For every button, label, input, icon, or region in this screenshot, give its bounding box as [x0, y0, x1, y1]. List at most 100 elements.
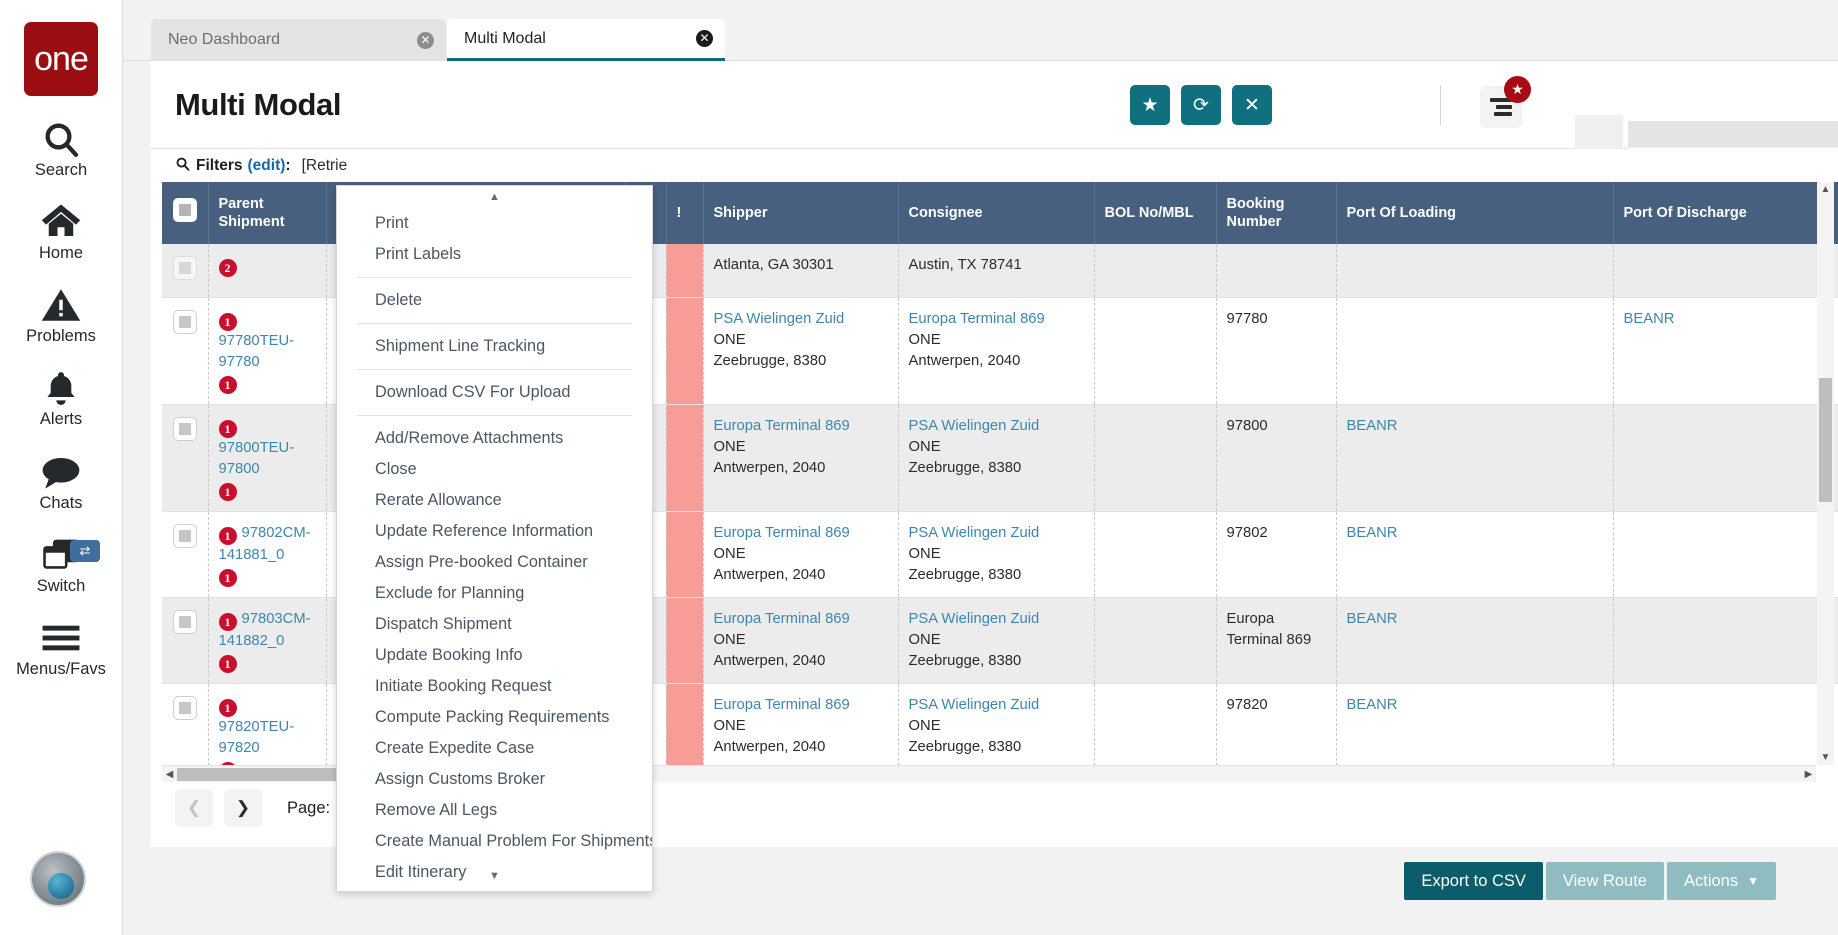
avatar[interactable]: [30, 851, 86, 907]
menu-item-assign-pre-booked-container[interactable]: Assign Pre-booked Container: [337, 547, 652, 578]
cell-parent-shipment[interactable]: 2: [208, 244, 326, 298]
port-of-loading-link[interactable]: BEANR: [1347, 697, 1398, 713]
parent-shipment-link[interactable]: 97820TEU-97820: [219, 719, 295, 756]
sub-problem-count-badge[interactable]: 1: [219, 483, 237, 501]
column-booking-number[interactable]: Booking Number: [1216, 182, 1336, 244]
scroll-down-icon[interactable]: ▼: [1817, 750, 1834, 765]
sub-problem-count-badge[interactable]: 1: [219, 655, 237, 673]
menu-item-shipment-line-tracking[interactable]: Shipment Line Tracking: [337, 331, 652, 362]
menu-item-update-booking-info[interactable]: Update Booking Info: [337, 640, 652, 671]
scroll-right-icon[interactable]: ▶: [1801, 766, 1816, 783]
view-route-button[interactable]: View Route: [1546, 862, 1664, 900]
menu-item-remove-all-legs[interactable]: Remove All Legs: [337, 795, 652, 826]
column-parent-shipment[interactable]: Parent Shipment: [208, 182, 326, 244]
problem-count-badge[interactable]: 1: [219, 420, 237, 438]
sidebar-item-search[interactable]: Search: [0, 118, 122, 179]
menu-scroll-up-icon[interactable]: ▲: [337, 186, 652, 208]
scroll-up-icon[interactable]: ▲: [1817, 182, 1834, 197]
row-select-cell[interactable]: [162, 244, 208, 298]
menu-item-print[interactable]: Print: [337, 208, 652, 239]
scroll-left-icon[interactable]: ◀: [162, 766, 177, 783]
favorite-button[interactable]: ★: [1130, 85, 1170, 125]
menu-item-compute-packing-requirements[interactable]: Compute Packing Requirements: [337, 702, 652, 733]
port-of-discharge-link[interactable]: BEANR: [1624, 311, 1675, 327]
menu-scroll-down-icon[interactable]: ▼: [337, 867, 652, 885]
port-of-loading-link[interactable]: BEANR: [1347, 418, 1398, 434]
row-checkbox[interactable]: [173, 610, 197, 634]
cell-parent-shipment[interactable]: 1 97800TEU-97800 1: [208, 405, 326, 512]
parent-shipment-link[interactable]: 97780TEU-97780: [219, 333, 295, 370]
table-vertical-scrollbar[interactable]: ▲ ▼: [1817, 182, 1834, 765]
menu-item-print-labels[interactable]: Print Labels: [337, 239, 652, 270]
column-bol-no-mbl[interactable]: BOL No/MBL: [1094, 182, 1216, 244]
swap-arrows-icon[interactable]: ⇄: [70, 540, 100, 562]
sidebar-item-problems[interactable]: Problems: [0, 284, 122, 345]
menu-item-create-expedite-case[interactable]: Create Expedite Case: [337, 733, 652, 764]
cell-parent-shipment[interactable]: 197820TEU-978201: [208, 684, 326, 766]
sidebar-item-alerts[interactable]: Alerts: [0, 367, 122, 428]
sidebar-item-chats[interactable]: Chats: [0, 451, 122, 512]
vertical-scroll-thumb[interactable]: [1819, 378, 1832, 502]
port-of-loading-link[interactable]: BEANR: [1347, 611, 1398, 627]
row-checkbox[interactable]: [173, 696, 197, 720]
filters-edit-link[interactable]: (edit): [248, 157, 286, 175]
problem-count-badge[interactable]: 1: [219, 613, 237, 631]
next-page-button[interactable]: ❯: [224, 789, 262, 827]
menu-item-update-reference-information[interactable]: Update Reference Information: [337, 516, 652, 547]
sidebar-item-home[interactable]: Home: [0, 201, 122, 262]
row-select-cell[interactable]: [162, 512, 208, 598]
parent-shipment-link[interactable]: 97800TEU-97800: [219, 440, 295, 477]
sidebar-item-switch[interactable]: ⇄ Switch: [0, 534, 122, 595]
row-select-cell[interactable]: [162, 684, 208, 766]
shipper-link[interactable]: Europa Terminal 869: [714, 523, 888, 544]
problem-count-badge[interactable]: 1: [219, 527, 237, 545]
menu-item-add-remove-attachments[interactable]: Add/Remove Attachments: [337, 423, 652, 454]
one-logo[interactable]: one: [24, 22, 98, 96]
row-select-cell[interactable]: [162, 598, 208, 684]
menu-item-dispatch-shipment[interactable]: Dispatch Shipment: [337, 609, 652, 640]
close-button[interactable]: ✕: [1232, 85, 1272, 125]
actions-context-menu[interactable]: ▲ PrintPrint Labels Delete Shipment Line T…: [336, 185, 653, 892]
consignee-link[interactable]: PSA Wielingen Zuid: [909, 695, 1084, 716]
shipper-link[interactable]: Europa Terminal 869: [714, 695, 888, 716]
select-all-checkbox[interactable]: [173, 198, 197, 222]
consignee-link[interactable]: PSA Wielingen Zuid: [909, 523, 1084, 544]
tab-multi-modal[interactable]: Multi Modal ✕: [447, 19, 725, 61]
consignee-link[interactable]: PSA Wielingen Zuid: [909, 416, 1084, 437]
close-icon[interactable]: ✕: [696, 30, 713, 47]
menu-item-initiate-booking-request[interactable]: Initiate Booking Request: [337, 671, 652, 702]
row-select-cell[interactable]: [162, 298, 208, 405]
tab-neo-dashboard[interactable]: Neo Dashboard ✕: [151, 19, 446, 61]
page-menu-button[interactable]: ★: [1480, 86, 1522, 128]
close-icon[interactable]: ✕: [417, 32, 434, 49]
shipper-link[interactable]: Europa Terminal 869: [714, 609, 888, 630]
cell-parent-shipment[interactable]: 197802CM-141881_01: [208, 512, 326, 598]
menu-item-exclude-for-planning[interactable]: Exclude for Planning: [337, 578, 652, 609]
previous-page-button[interactable]: ❮: [175, 789, 213, 827]
menu-item-create-manual-problem-for-shipments[interactable]: Create Manual Problem For Shipments: [337, 826, 652, 857]
problem-count-badge[interactable]: 1: [219, 699, 237, 717]
shipper-link[interactable]: PSA Wielingen Zuid: [714, 309, 888, 330]
row-checkbox[interactable]: [173, 256, 197, 280]
problem-count-badge[interactable]: 2: [219, 259, 237, 277]
row-checkbox[interactable]: [173, 524, 197, 548]
row-checkbox[interactable]: [173, 417, 197, 441]
sub-problem-count-badge[interactable]: 1: [219, 376, 237, 394]
shipper-link[interactable]: Europa Terminal 869: [714, 416, 888, 437]
consignee-link[interactable]: PSA Wielingen Zuid: [909, 609, 1084, 630]
column-consignee[interactable]: Consignee: [898, 182, 1094, 244]
menu-item-close[interactable]: Close: [337, 454, 652, 485]
menu-item-download-csv-for-upload[interactable]: Download CSV For Upload: [337, 377, 652, 408]
problem-count-badge[interactable]: 1: [219, 313, 237, 331]
menu-item-delete[interactable]: Delete: [337, 285, 652, 316]
select-all-header[interactable]: [162, 182, 208, 244]
menu-item-rerate-allowance[interactable]: Rerate Allowance: [337, 485, 652, 516]
actions-button[interactable]: Actions ▼: [1667, 862, 1776, 900]
port-of-loading-link[interactable]: BEANR: [1347, 525, 1398, 541]
refresh-button[interactable]: ⟳: [1181, 85, 1221, 125]
column-port-of-discharge[interactable]: Port Of Discharge: [1613, 182, 1838, 244]
column-shipper[interactable]: Shipper: [703, 182, 898, 244]
column-port-of-loading[interactable]: Port Of Loading: [1336, 182, 1613, 244]
sidebar-item-menus-favs[interactable]: Menus/Favs: [0, 617, 122, 678]
row-checkbox[interactable]: [173, 310, 197, 334]
